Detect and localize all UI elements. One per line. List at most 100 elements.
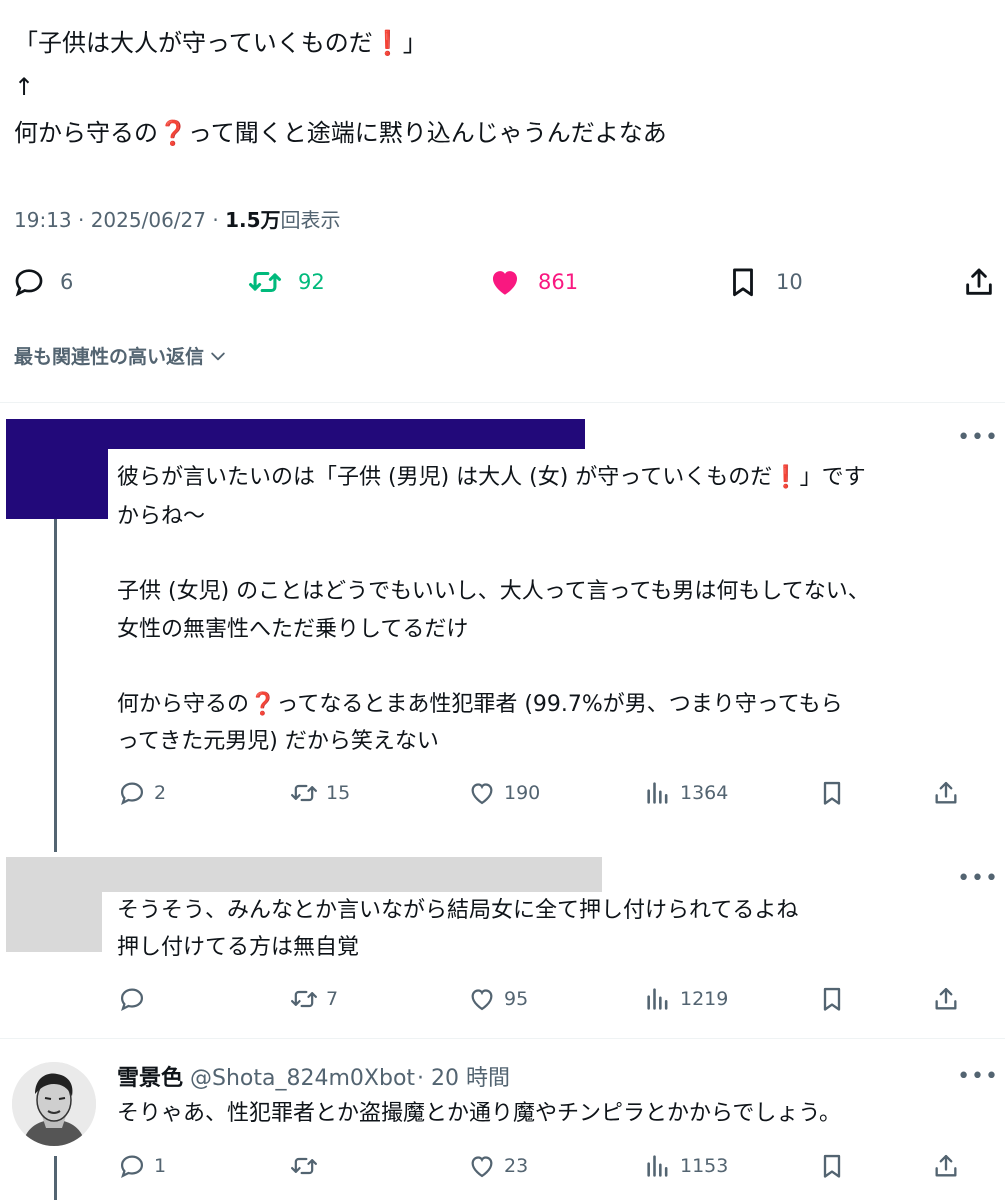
- bar-chart-icon: [647, 782, 668, 804]
- redacted-header: [6, 419, 585, 449]
- tweet-text-part: 」: [402, 29, 427, 57]
- bar-chart-icon: [647, 988, 668, 1010]
- avatar[interactable]: [12, 1062, 96, 1146]
- tweet-text-arrow: ↑: [14, 73, 35, 101]
- reply-text-line: 子供 (女児) のことはどうでもいいし、大人って言っても男は何もしてない、: [117, 579, 870, 604]
- reply-text-part: 彼らが言いたいのは「子供 (男児) は大人 (女) が守っていくものだ: [117, 465, 773, 490]
- retweet-button[interactable]: [290, 1146, 318, 1186]
- view-count: 1153: [680, 1155, 729, 1177]
- reply-actions: 2 15 190 1364: [0, 773, 1005, 813]
- tweet-text-line3: 何から守るの❓って聞くと途端に黙り込んじゃうんだよなあ: [14, 116, 667, 150]
- retweet-icon: [290, 784, 318, 802]
- bookmark-button[interactable]: [818, 773, 846, 813]
- reply-count: 1: [154, 1155, 167, 1177]
- tweet-meta: 19:13 · 2025/06/27 · 1.5万回表示: [14, 204, 341, 233]
- retweet-button[interactable]: 7: [290, 979, 338, 1019]
- user-handle[interactable]: @Shota_824m0Xbot: [190, 1066, 415, 1091]
- display-name[interactable]: 雪景色: [117, 1066, 183, 1091]
- user-avatar-icon: [12, 1062, 96, 1146]
- reply-timestamp[interactable]: · 20 時間: [417, 1066, 510, 1091]
- tweet-text-part: って聞くと途端に黙り込んじゃうんだよなあ: [187, 119, 667, 147]
- reply-sort-dropdown[interactable]: 最も関連性の高い返信: [14, 342, 228, 369]
- reply-icon: [120, 1155, 144, 1178]
- views-button[interactable]: 1219: [644, 979, 728, 1019]
- tweet-timestamp[interactable]: 19:13 · 2025/06/27 ·: [14, 208, 225, 232]
- section-divider: [0, 1038, 1005, 1039]
- like-button[interactable]: 95: [468, 979, 528, 1019]
- reply-user-line: 雪景色 @Shota_824m0Xbot· 20 時間: [117, 1060, 510, 1092]
- chevron-down-icon: [211, 352, 225, 360]
- redacted-avatar: [6, 449, 108, 519]
- reply-actions: 1 23 1153: [0, 1146, 1005, 1186]
- sort-label: 最も関連性の高い返信: [14, 346, 205, 368]
- like-button[interactable]: 23: [468, 1146, 528, 1186]
- retweet-count: 15: [326, 782, 351, 804]
- tweet-text-part: 何から守るの: [14, 119, 158, 147]
- reply-text-part: 」です: [799, 465, 866, 490]
- exclamation-emoji: ❗: [772, 465, 800, 490]
- reply-count: 2: [154, 782, 167, 804]
- retweet-icon: [290, 990, 318, 1008]
- like-button[interactable]: 861: [488, 260, 578, 304]
- reply-text-part: ってなるとまあ性犯罪者 (99.7%が男、つまり守ってもら: [276, 692, 843, 717]
- heart-icon: [492, 271, 518, 295]
- share-button[interactable]: [932, 1146, 960, 1186]
- share-icon: [935, 987, 957, 1010]
- redacted-avatar: [6, 892, 102, 952]
- redacted-header: [6, 857, 602, 892]
- reply-text-line: そりゃあ、性犯罪者とか盗撮魔とか通り魔やチンピラとかからでしょう。: [117, 1101, 842, 1126]
- tweet-text-line1: 「子供は大人が守っていくものだ❗」: [14, 26, 427, 60]
- bookmark-icon: [733, 268, 753, 297]
- reply-icon: [120, 988, 144, 1011]
- reply-text-line: 押し付けてる方は無自覚: [117, 935, 360, 960]
- bookmark-button[interactable]: [818, 1146, 846, 1186]
- tweet-actions: 6 92 861 10: [0, 260, 1005, 304]
- reply-button[interactable]: 1: [118, 1146, 166, 1186]
- like-button[interactable]: 190: [468, 773, 540, 813]
- share-icon: [966, 268, 992, 295]
- tweet-text-part: 「子供は大人が守っていくものだ: [14, 29, 373, 57]
- share-button[interactable]: [932, 979, 960, 1019]
- reply-button[interactable]: 6: [12, 260, 73, 304]
- share-button[interactable]: [932, 773, 960, 813]
- reply-icon: [120, 782, 144, 805]
- retweet-icon: [248, 271, 282, 293]
- retweet-icon: [290, 1157, 318, 1175]
- more-options-icon[interactable]: •••: [957, 1066, 999, 1088]
- bar-chart-icon: [647, 1155, 668, 1177]
- more-options-icon[interactable]: •••: [957, 868, 999, 890]
- views-button[interactable]: 1364: [644, 773, 728, 813]
- views-button[interactable]: 1153: [644, 1146, 728, 1186]
- reply-actions: 7 95 1219: [0, 979, 1005, 1019]
- share-icon: [935, 781, 957, 804]
- question-emoji: ❓: [249, 692, 277, 717]
- reply-count: 6: [60, 270, 74, 294]
- bookmark-button[interactable]: [818, 979, 846, 1019]
- retweet-button[interactable]: 15: [290, 773, 350, 813]
- reply-button[interactable]: [118, 979, 146, 1019]
- section-divider: [0, 402, 1005, 403]
- more-options-icon[interactable]: •••: [957, 427, 999, 449]
- bookmark-icon: [823, 781, 841, 805]
- view-label: 回表示: [280, 208, 341, 232]
- retweet-count: 92: [298, 270, 325, 294]
- exclamation-emoji: ❗: [372, 29, 403, 57]
- reply-text-line: 彼らが言いたいのは「子供 (男児) は大人 (女) が守っていくものだ❗」です: [117, 461, 866, 495]
- like-count: 23: [504, 1155, 529, 1177]
- reply-button[interactable]: 2: [118, 773, 166, 813]
- reply-icon: [15, 269, 43, 297]
- reply-text-part: 何から守るの: [117, 692, 250, 717]
- retweet-button[interactable]: 92: [248, 260, 325, 304]
- view-count: 1219: [680, 988, 729, 1010]
- share-button[interactable]: [962, 260, 996, 304]
- like-count: 95: [504, 988, 529, 1010]
- reply-text-line: からね〜: [117, 504, 206, 529]
- bookmark-icon: [823, 987, 841, 1011]
- heart-icon: [471, 783, 493, 805]
- view-count: 1.5万: [225, 208, 281, 232]
- share-icon: [935, 1154, 957, 1177]
- bookmark-button[interactable]: 10: [726, 260, 803, 304]
- heart-icon: [471, 1156, 493, 1178]
- reply-text-line: そうそう、みんなとか言いながら結局女に全て押し付けられてるよね: [117, 898, 799, 923]
- like-count: 861: [538, 270, 579, 294]
